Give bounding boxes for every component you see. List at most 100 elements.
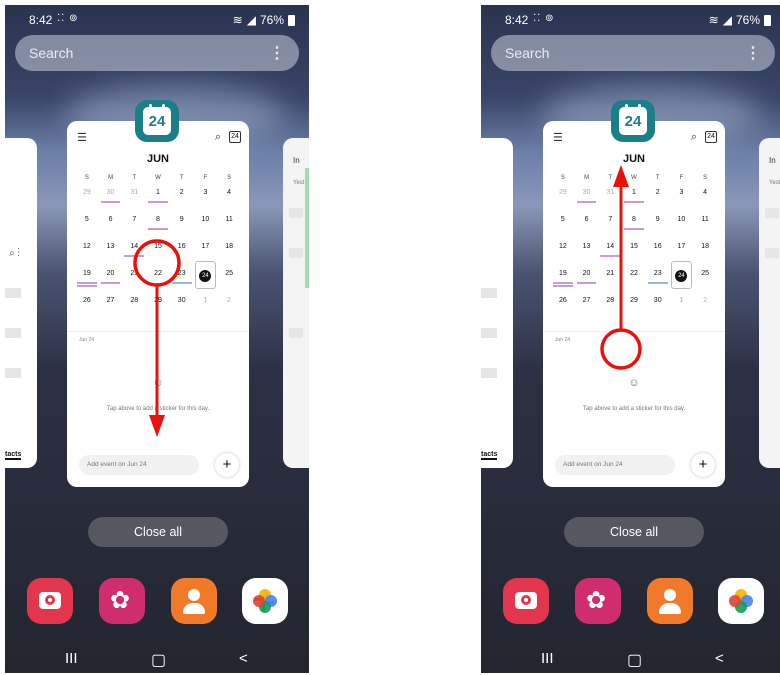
day-cell[interactable]: 8 <box>622 216 646 243</box>
day-cell[interactable]: 6 <box>575 216 599 243</box>
day-cell[interactable]: 28 <box>598 297 622 324</box>
day-cell[interactable]: 29 <box>622 297 646 324</box>
day-cell[interactable]: 3 <box>194 189 218 216</box>
contacts-app-card-partial[interactable]: ⌕ ⋮ tacts <box>5 138 37 468</box>
photos-icon[interactable] <box>718 578 764 624</box>
day-cell[interactable]: 15 <box>622 243 646 270</box>
day-cell[interactable]: 19 <box>551 270 575 297</box>
day-cell[interactable]: 7 <box>122 216 146 243</box>
day-cell[interactable]: 26 <box>551 297 575 324</box>
search-icon[interactable]: ⌕ <box>215 131 221 144</box>
today-button[interactable]: 24 <box>705 131 717 143</box>
day-cell[interactable]: 14 <box>122 243 146 270</box>
add-event-button[interactable]: + <box>215 453 239 477</box>
photos-icon[interactable] <box>242 578 288 624</box>
day-cell[interactable]: 22 <box>622 270 646 297</box>
camera-icon[interactable] <box>27 578 73 624</box>
add-event-field[interactable]: Add event on Jun 24 <box>79 455 199 475</box>
day-cell[interactable]: 10 <box>670 216 694 243</box>
contacts-icon[interactable] <box>647 578 693 624</box>
day-cell[interactable]: 25 <box>217 270 241 297</box>
more-options-icon[interactable]: ⋮ <box>745 43 761 63</box>
day-cell[interactable]: 21 <box>122 270 146 297</box>
day-cell[interactable]: 5 <box>75 216 99 243</box>
day-cell[interactable]: 9 <box>170 216 194 243</box>
app-card-partial-right[interactable]: In Yest <box>283 138 309 468</box>
day-cell[interactable]: 6 <box>99 216 123 243</box>
day-cell[interactable]: 27 <box>99 297 123 324</box>
day-cell[interactable]: 1 <box>146 189 170 216</box>
day-cell[interactable]: 16 <box>170 243 194 270</box>
today-button[interactable]: 24 <box>229 131 241 143</box>
day-cell[interactable]: 30 <box>646 297 670 324</box>
day-cell[interactable]: 2 <box>693 297 717 324</box>
menu-icon[interactable]: ☰ <box>553 131 563 144</box>
calendar-app-card[interactable]: ☰ ⌕ 24 JUN S M T W T F S 29 30 31 1 2 3 … <box>67 121 249 487</box>
day-cell[interactable]: 23 <box>170 270 194 297</box>
day-cell[interactable]: 31 <box>122 189 146 216</box>
day-cell[interactable]: 30 <box>99 189 123 216</box>
day-cell[interactable]: 22 <box>146 270 170 297</box>
day-cell[interactable]: 15 <box>146 243 170 270</box>
day-cell[interactable]: 28 <box>122 297 146 324</box>
day-cell[interactable]: 27 <box>575 297 599 324</box>
day-cell[interactable]: 23 <box>646 270 670 297</box>
day-cell[interactable]: 20 <box>99 270 123 297</box>
day-cell[interactable]: 29 <box>75 189 99 216</box>
sticker-icon[interactable]: ☺ <box>67 377 249 389</box>
day-cell[interactable]: 11 <box>693 216 717 243</box>
day-cell[interactable]: 3 <box>670 189 694 216</box>
calendar-app-icon[interactable]: 24 <box>611 100 655 142</box>
day-cell[interactable]: 1 <box>670 297 694 324</box>
day-cell[interactable]: 29 <box>551 189 575 216</box>
day-cell[interactable]: 1 <box>622 189 646 216</box>
day-cell-selected[interactable]: 24 <box>194 261 218 297</box>
day-cell[interactable]: 4 <box>217 189 241 216</box>
recents-button[interactable]: III <box>65 650 78 667</box>
day-cell[interactable]: 31 <box>598 189 622 216</box>
day-cell[interactable]: 12 <box>75 243 99 270</box>
camera-icon[interactable] <box>503 578 549 624</box>
back-button[interactable]: < <box>239 650 248 667</box>
menu-icon[interactable]: ☰ <box>77 131 87 144</box>
home-button[interactable]: ▢ <box>151 650 166 670</box>
day-cell[interactable]: 29 <box>146 297 170 324</box>
day-cell[interactable]: 30 <box>170 297 194 324</box>
day-cell[interactable]: 20 <box>575 270 599 297</box>
day-cell[interactable]: 12 <box>551 243 575 270</box>
day-cell[interactable]: 7 <box>598 216 622 243</box>
search-icon[interactable]: ⌕ <box>691 131 697 144</box>
calendar-app-card[interactable]: ☰ ⌕ 24 JUN S M T W T F S 29 30 31 1 2 3 … <box>543 121 725 487</box>
day-cell[interactable]: 8 <box>146 216 170 243</box>
day-cell[interactable]: 13 <box>575 243 599 270</box>
more-options-icon[interactable]: ⋮ <box>269 43 285 63</box>
back-button[interactable]: < <box>715 650 724 667</box>
day-cell[interactable]: 10 <box>194 216 218 243</box>
day-cell[interactable]: 18 <box>217 243 241 270</box>
app-card-partial-right[interactable]: In Yest <box>759 138 780 468</box>
day-cell[interactable]: 26 <box>75 297 99 324</box>
day-cell[interactable]: 13 <box>99 243 123 270</box>
day-cell[interactable]: 19 <box>75 270 99 297</box>
contacts-icon[interactable] <box>171 578 217 624</box>
day-cell[interactable]: 11 <box>217 216 241 243</box>
add-event-field[interactable]: Add event on Jun 24 <box>555 455 675 475</box>
contacts-app-card-partial[interactable]: tacts <box>481 138 513 468</box>
day-cell[interactable]: 1 <box>194 297 218 324</box>
recents-search-bar[interactable]: Search ⋮ <box>491 35 775 71</box>
day-cell[interactable]: 16 <box>646 243 670 270</box>
gallery-icon[interactable]: ✿ <box>99 578 145 624</box>
gallery-icon[interactable]: ✿ <box>575 578 621 624</box>
day-cell[interactable]: 2 <box>170 189 194 216</box>
day-cell[interactable]: 2 <box>646 189 670 216</box>
day-cell[interactable]: 21 <box>598 270 622 297</box>
close-all-button[interactable]: Close all <box>88 517 228 547</box>
day-cell[interactable]: 25 <box>693 270 717 297</box>
day-cell[interactable]: 2 <box>217 297 241 324</box>
add-event-button[interactable]: + <box>691 453 715 477</box>
day-cell[interactable]: 5 <box>551 216 575 243</box>
sticker-icon[interactable]: ☺ <box>543 377 725 389</box>
home-button[interactable]: ▢ <box>627 650 642 670</box>
day-cell[interactable]: 30 <box>575 189 599 216</box>
recents-search-bar[interactable]: Search ⋮ <box>15 35 299 71</box>
